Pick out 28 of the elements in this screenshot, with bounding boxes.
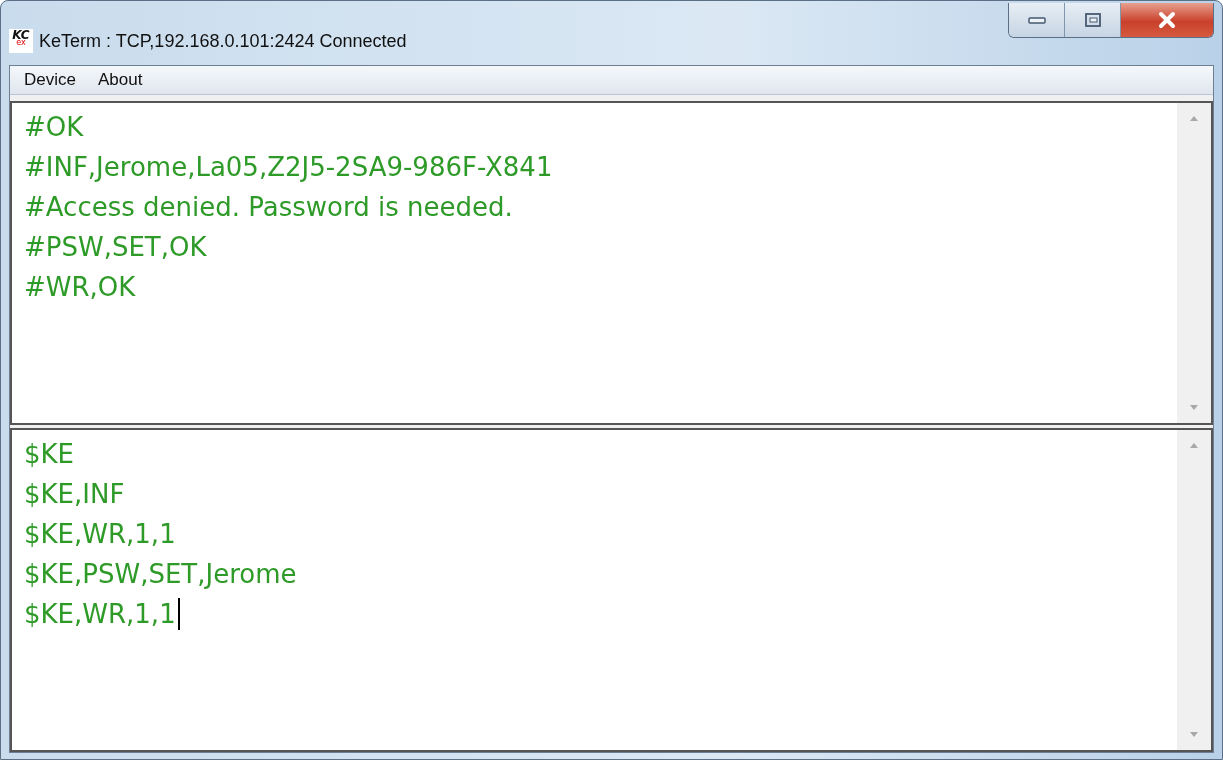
- app-logo: KC ex: [9, 29, 33, 53]
- command-line: $KE,WR,1,1: [24, 519, 176, 549]
- window-title: KeTerm : TCP,192.168.0.101:2424 Connected: [39, 31, 407, 52]
- text-cursor: [177, 598, 180, 630]
- close-icon: [1157, 11, 1177, 29]
- response-line: #WR,OK: [24, 272, 136, 302]
- response-line: #INF,Jerome,La05,Z2J5-2SA9-986F-X841: [24, 152, 553, 182]
- command-line: $KE,INF: [24, 479, 125, 509]
- response-line: #Access denied. Password is needed.: [24, 192, 513, 222]
- minimize-button[interactable]: [1009, 3, 1065, 37]
- menu-item[interactable]: Device: [14, 70, 88, 90]
- maximize-button[interactable]: [1065, 3, 1121, 37]
- command-line: $KE,WR,1,1: [24, 599, 176, 629]
- scrollbar[interactable]: [1177, 430, 1211, 750]
- maximize-icon: [1083, 12, 1102, 28]
- input-pane[interactable]: $KE $KE,INF $KE,WR,1,1 $KE,PSW,SET,Jerome $KE,WR,1,1: [10, 428, 1213, 752]
- command-line: $KE,PSW,SET,Jerome: [24, 559, 297, 589]
- scroll-up-icon[interactable]: [1189, 442, 1199, 448]
- menu-item[interactable]: About: [87, 70, 155, 90]
- scroll-down-icon[interactable]: [1189, 405, 1199, 411]
- close-button[interactable]: [1121, 3, 1213, 37]
- command-line: $KE: [24, 439, 75, 469]
- scrollbar[interactable]: [1177, 103, 1211, 423]
- scroll-down-icon[interactable]: [1189, 732, 1199, 738]
- scroll-up-icon[interactable]: [1189, 115, 1199, 121]
- response-line: #OK: [24, 112, 84, 142]
- response-line: #PSW,SET,OK: [24, 232, 207, 262]
- minimize-icon: [1026, 15, 1047, 25]
